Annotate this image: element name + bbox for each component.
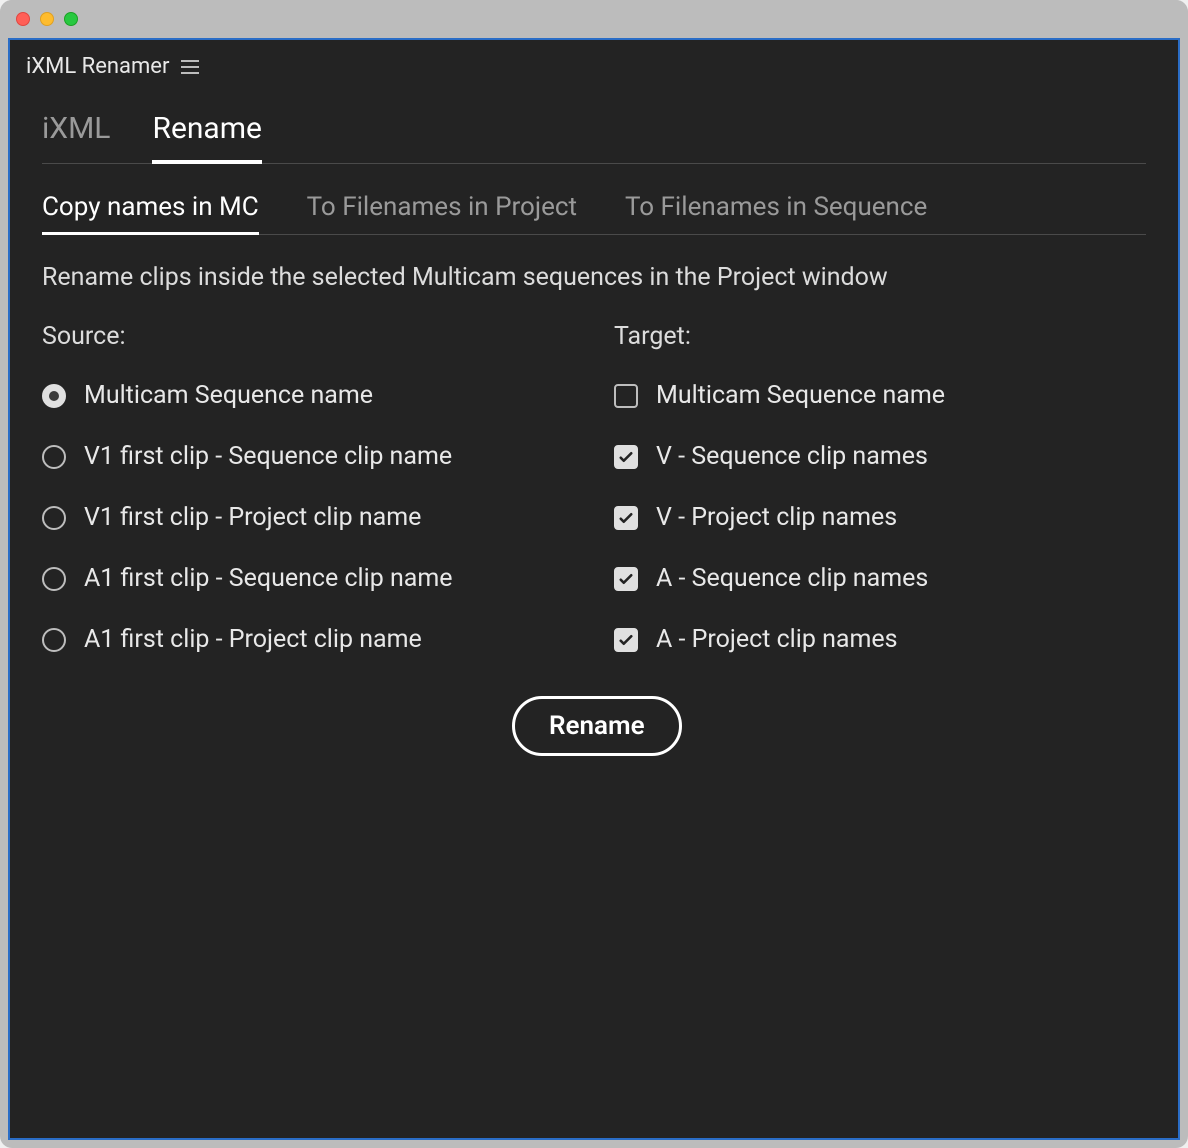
secondary-tabs: Copy names in MC To Filenames in Project… [42, 192, 1146, 235]
subtab-copy-names-in-mc[interactable]: Copy names in MC [42, 192, 259, 235]
radio-icon [42, 506, 66, 530]
source-option-label: V1 first clip - Sequence clip name [84, 442, 452, 471]
minimize-window-button[interactable] [40, 12, 54, 26]
target-option-label: V - Project clip names [656, 503, 897, 532]
radio-icon [42, 445, 66, 469]
tab-rename[interactable]: Rename [152, 111, 262, 164]
source-column: Source: Multicam Sequence name V1 first … [42, 322, 574, 686]
source-option-label: V1 first clip - Project clip name [84, 503, 421, 532]
columns: Source: Multicam Sequence name V1 first … [42, 322, 1146, 686]
target-option-label: A - Project clip names [656, 625, 898, 654]
source-option-label: A1 first clip - Sequence clip name [84, 564, 453, 593]
titlebar [0, 0, 1188, 38]
target-option-v-sequence-clip-names[interactable]: V - Sequence clip names [614, 442, 1146, 471]
target-option-a-project-clip-names[interactable]: A - Project clip names [614, 625, 1146, 654]
source-header: Source: [42, 322, 574, 351]
source-option-multicam-sequence-name[interactable]: Multicam Sequence name [42, 381, 574, 410]
target-column: Target: Multicam Sequence name V - Seq [614, 322, 1146, 686]
source-option-label: A1 first clip - Project clip name [84, 625, 422, 654]
source-option-label: Multicam Sequence name [84, 381, 373, 410]
main-area: iXML Rename Copy names in MC To Filename… [10, 89, 1178, 756]
checkbox-icon [614, 628, 638, 652]
panel-content: iXML Renamer iXML Rename Copy names in M… [8, 38, 1180, 1140]
panel-header: iXML Renamer [10, 40, 1178, 89]
checkbox-icon [614, 384, 638, 408]
content-outer: iXML Renamer iXML Rename Copy names in M… [0, 38, 1188, 1148]
maximize-window-button[interactable] [64, 12, 78, 26]
subtab-to-filenames-in-sequence[interactable]: To Filenames in Sequence [625, 192, 927, 235]
target-option-v-project-clip-names[interactable]: V - Project clip names [614, 503, 1146, 532]
radio-icon [42, 384, 66, 408]
tab-ixml[interactable]: iXML [42, 111, 110, 164]
description-text: Rename clips inside the selected Multica… [42, 263, 1146, 292]
checkbox-icon [614, 567, 638, 591]
target-option-label: V - Sequence clip names [656, 442, 928, 471]
target-option-multicam-sequence-name[interactable]: Multicam Sequence name [614, 381, 1146, 410]
checkbox-icon [614, 506, 638, 530]
target-header: Target: [614, 322, 1146, 351]
source-option-a1-project-clip-name[interactable]: A1 first clip - Project clip name [42, 625, 574, 654]
close-window-button[interactable] [16, 12, 30, 26]
target-option-label: A - Sequence clip names [656, 564, 928, 593]
radio-icon [42, 567, 66, 591]
panel-menu-icon[interactable] [181, 60, 199, 74]
source-option-a1-sequence-clip-name[interactable]: A1 first clip - Sequence clip name [42, 564, 574, 593]
rename-button[interactable]: Rename [512, 696, 682, 756]
action-row: Rename [42, 696, 1146, 756]
radio-icon [42, 628, 66, 652]
primary-tabs: iXML Rename [42, 111, 1146, 164]
app-window: iXML Renamer iXML Rename Copy names in M… [0, 0, 1188, 1148]
source-option-v1-sequence-clip-name[interactable]: V1 first clip - Sequence clip name [42, 442, 574, 471]
subtab-to-filenames-in-project[interactable]: To Filenames in Project [307, 192, 577, 235]
target-option-label: Multicam Sequence name [656, 381, 945, 410]
panel-title: iXML Renamer [26, 54, 169, 79]
source-option-v1-project-clip-name[interactable]: V1 first clip - Project clip name [42, 503, 574, 532]
target-option-a-sequence-clip-names[interactable]: A - Sequence clip names [614, 564, 1146, 593]
checkbox-icon [614, 445, 638, 469]
